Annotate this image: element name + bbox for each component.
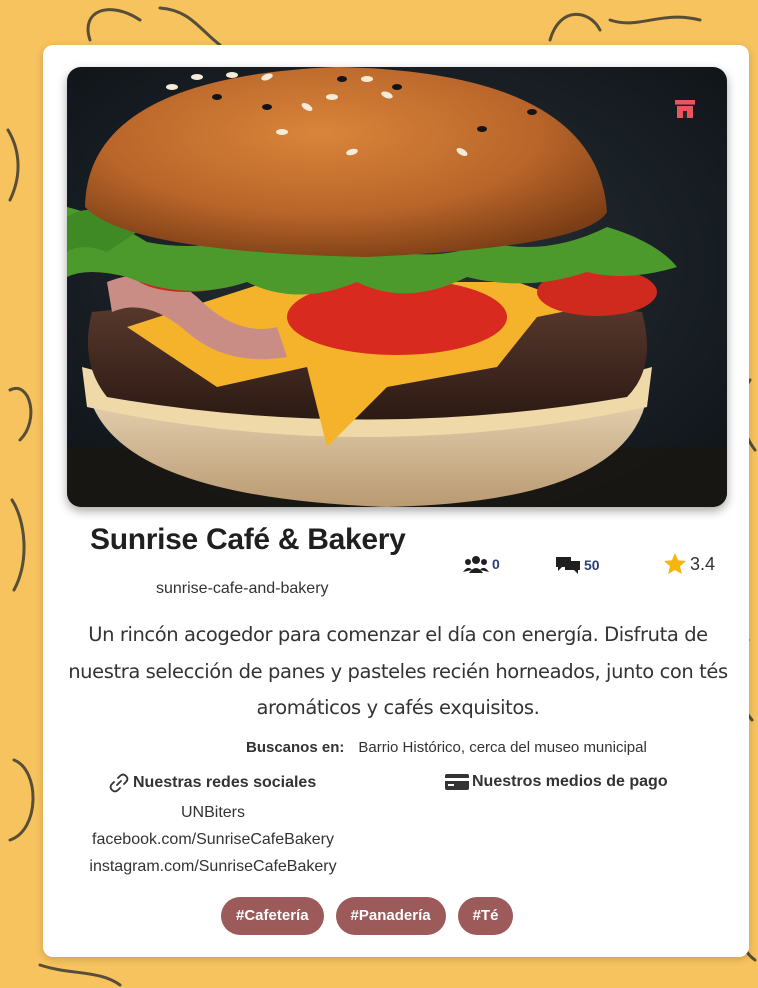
location-value: Barrio Histórico, cerca del museo munici… xyxy=(358,739,647,756)
social-link[interactable]: instagram.com/SunriseCafeBakery xyxy=(73,853,353,880)
tag-chip[interactable]: #Té xyxy=(457,897,514,935)
followers-stat[interactable]: 0 xyxy=(463,555,500,573)
social-title-text: Nuestras redes sociales xyxy=(133,774,317,791)
reviews-count: 50 xyxy=(584,557,600,573)
tag-chip[interactable]: #Cafetería xyxy=(221,897,324,935)
restaurant-slug: sunrise-cafe-and-bakery xyxy=(156,580,329,597)
social-section-title: Nuestras redes sociales xyxy=(109,773,316,793)
social-link[interactable]: UNBiters xyxy=(73,799,353,826)
reviews-stat[interactable]: 50 xyxy=(555,555,600,575)
payment-title-text: Nuestros medios de pago xyxy=(472,773,668,790)
comments-icon xyxy=(556,557,580,574)
users-icon xyxy=(463,556,489,573)
social-link[interactable]: facebook.com/SunriseCafeBakery xyxy=(73,826,353,853)
social-links: UNBiters facebook.com/SunriseCafeBakery … xyxy=(73,799,353,880)
star-icon xyxy=(664,553,686,574)
location-label: Buscanos en: xyxy=(246,739,345,756)
credit-card-icon xyxy=(445,774,469,790)
payment-section-title: Nuestros medios de pago xyxy=(445,773,668,791)
store-icon xyxy=(675,100,695,118)
followers-count: 0 xyxy=(492,556,500,572)
link-icon xyxy=(109,773,129,793)
tag-list: #Cafetería #Panadería #Té xyxy=(221,897,514,935)
restaurant-description: Un rincón acogedor para comenzar el día … xyxy=(68,623,728,719)
restaurant-image xyxy=(67,67,727,507)
restaurant-card: Sunrise Café & Bakery sunrise-cafe-and-b… xyxy=(43,45,749,957)
rating-stat: 3.4 xyxy=(663,552,715,576)
tag-chip[interactable]: #Panadería xyxy=(335,897,446,935)
restaurant-stats: 0 50 3.4 xyxy=(43,550,749,580)
location-row: Buscanos en: Barrio Histórico, cerca del … xyxy=(246,739,647,756)
rating-value: 3.4 xyxy=(690,553,716,574)
